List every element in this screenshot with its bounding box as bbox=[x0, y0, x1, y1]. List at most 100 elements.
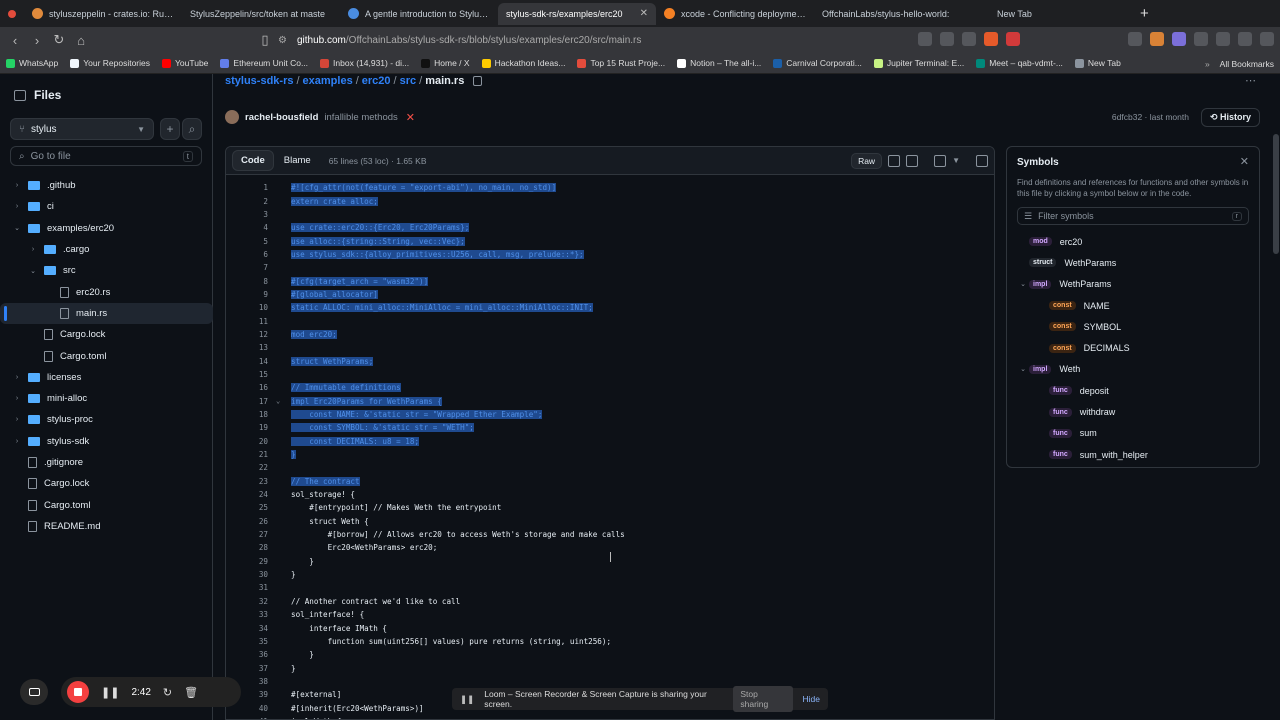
code-line[interactable]: 5 use alloc::{string::String, vec::Vec}; bbox=[226, 234, 994, 247]
line-number[interactable]: 4 bbox=[226, 223, 276, 232]
bookmark-item[interactable]: New Tab bbox=[1069, 58, 1127, 68]
line-number[interactable]: 13 bbox=[226, 343, 276, 352]
stop-sharing-button[interactable]: Stop sharing bbox=[733, 686, 793, 712]
breadcrumb-link[interactable]: examples bbox=[303, 75, 353, 87]
symbol-item[interactable]: const NAME bbox=[1007, 295, 1261, 316]
code-line[interactable]: 2 extern crate alloc; bbox=[226, 194, 994, 207]
line-number[interactable]: 33 bbox=[226, 610, 276, 619]
pause-icon[interactable]: ❚❚ bbox=[101, 686, 119, 699]
go-to-file-input[interactable]: ⌕ Go to file t bbox=[10, 146, 202, 166]
code-line[interactable]: 21} bbox=[226, 448, 994, 461]
chevron-right-icon[interactable]: › bbox=[12, 182, 22, 189]
browser-tab[interactable]: New Tab bbox=[972, 3, 1130, 25]
code-line[interactable]: 26 struct Weth { bbox=[226, 515, 994, 528]
line-number[interactable]: 25 bbox=[226, 503, 276, 512]
delete-icon[interactable]: 🗑 bbox=[184, 686, 198, 699]
code-line[interactable]: 10 static ALLOC: mini_alloc::MiniAlloc = … bbox=[226, 301, 994, 314]
browser-tab[interactable]: A gentle introduction to Stylus | A bbox=[340, 3, 498, 25]
tree-folder[interactable]: › mini-alloc bbox=[0, 388, 213, 409]
tree-file[interactable]: erc20.rs bbox=[0, 281, 213, 302]
share-icon[interactable] bbox=[962, 32, 976, 46]
browser-tab[interactable]: xcode - Conflicting deployment ta bbox=[656, 3, 814, 25]
tree-folder[interactable]: › .github bbox=[0, 175, 213, 196]
page-scrollbar[interactable] bbox=[1272, 134, 1280, 694]
bookmark-item[interactable]: Your Repositories bbox=[64, 58, 156, 68]
commit-hash-time[interactable]: 6dfcb32 · last month bbox=[1112, 112, 1189, 122]
extension-purple-icon[interactable] bbox=[1172, 32, 1186, 46]
line-number[interactable]: 36 bbox=[226, 650, 276, 659]
line-number[interactable]: 20 bbox=[226, 437, 276, 446]
code-line[interactable]: 30} bbox=[226, 568, 994, 581]
code-line[interactable]: 17 ⌄ impl Erc20Params for WethParams { bbox=[226, 395, 994, 408]
line-number[interactable]: 19 bbox=[226, 423, 276, 432]
code-line[interactable]: 31 bbox=[226, 581, 994, 594]
line-number[interactable]: 14 bbox=[226, 357, 276, 366]
line-number[interactable]: 34 bbox=[226, 624, 276, 633]
line-number[interactable]: 37 bbox=[226, 664, 276, 673]
tree-file[interactable]: .gitignore bbox=[0, 452, 213, 473]
code-line[interactable]: 23 // The contract bbox=[226, 475, 994, 488]
avatar[interactable] bbox=[225, 110, 239, 124]
chevron-down-icon[interactable]: ⌄ bbox=[1017, 365, 1029, 373]
bookmark-item[interactable]: YouTube bbox=[156, 58, 214, 68]
branch-selector[interactable]: ⑂ stylus ▼ bbox=[10, 118, 154, 140]
tree-file[interactable]: Cargo.lock bbox=[0, 473, 213, 494]
code-line[interactable]: 18 const NAME: &'static str = "Wrapped E… bbox=[226, 408, 994, 421]
close-tab-icon[interactable]: ✕ bbox=[640, 8, 648, 19]
line-number[interactable]: 32 bbox=[226, 597, 276, 606]
code-line[interactable]: 6 use stylus_sdk::{alloy_primitives::U256… bbox=[226, 248, 994, 261]
symbols-panel-icon[interactable] bbox=[976, 154, 988, 167]
code-line[interactable]: 27 #[borrow] // Allows erc20 to access W… bbox=[226, 528, 994, 541]
browser-tab[interactable]: styluszeppelin - crates.io: Rust Pa bbox=[24, 3, 182, 25]
restart-icon[interactable]: ↻ bbox=[163, 686, 172, 699]
code-line[interactable]: 3 bbox=[226, 208, 994, 221]
site-info-icon[interactable]: ⚙ bbox=[278, 35, 287, 46]
chevron-right-icon[interactable]: › bbox=[12, 203, 22, 210]
code-line[interactable]: 34 interface IMath { bbox=[226, 621, 994, 634]
chevron-down-icon[interactable]: ▼ bbox=[952, 156, 960, 165]
code-line[interactable]: 12 mod erc20; bbox=[226, 328, 994, 341]
edit-icon[interactable] bbox=[934, 154, 947, 167]
bookmark-item[interactable]: Home / X bbox=[415, 58, 475, 68]
code-line[interactable]: 9 #[global_allocator] bbox=[226, 288, 994, 301]
code-line[interactable]: 38 bbox=[226, 675, 994, 688]
symbol-item[interactable]: func withdraw bbox=[1007, 401, 1261, 422]
code-line[interactable]: 20 const DECIMALS: u8 = 18; bbox=[226, 435, 994, 448]
tree-folder[interactable]: › .cargo bbox=[0, 239, 213, 260]
line-number[interactable]: 22 bbox=[226, 463, 276, 472]
code-line[interactable]: 24 sol_storage! { bbox=[226, 488, 994, 501]
check-failed-icon[interactable]: ✕ bbox=[406, 111, 415, 124]
line-number[interactable]: 3 bbox=[226, 210, 276, 219]
all-bookmarks[interactable]: All Bookmarks bbox=[1220, 59, 1274, 69]
new-tab-button[interactable]: + bbox=[1140, 5, 1149, 22]
line-number[interactable]: 5 bbox=[226, 237, 276, 246]
tree-folder[interactable]: ⌄ examples/erc20 bbox=[0, 218, 213, 239]
chevron-down-icon[interactable]: ⌄ bbox=[1017, 280, 1029, 288]
window-close-control[interactable] bbox=[0, 0, 24, 27]
tree-file[interactable]: README.md bbox=[0, 516, 213, 537]
bookmark-item[interactable]: Notion – The all-i... bbox=[671, 58, 767, 68]
bookmark-item[interactable]: Ethereum Unit Co... bbox=[214, 58, 314, 68]
code-line[interactable]: 33 sol_interface! { bbox=[226, 608, 994, 621]
code-line[interactable]: 15 bbox=[226, 368, 994, 381]
code-line[interactable]: 16 // Immutable definitions bbox=[226, 381, 994, 394]
code-line[interactable]: 1 #![cfg_attr(not(feature = "export-abi")… bbox=[226, 181, 994, 194]
commit-author[interactable]: rachel-bousfield bbox=[245, 112, 318, 123]
more-options-icon[interactable]: ⋯ bbox=[1245, 74, 1256, 87]
code-line[interactable]: 14 struct WethParams; bbox=[226, 354, 994, 367]
code-line[interactable]: 36 } bbox=[226, 648, 994, 661]
copy-path-icon[interactable] bbox=[473, 76, 483, 86]
reader-icon[interactable] bbox=[940, 32, 954, 46]
brave-rewards-icon[interactable] bbox=[1006, 32, 1020, 46]
reload-icon[interactable]: ↻ bbox=[48, 32, 70, 48]
chevron-right-icon[interactable]: › bbox=[12, 374, 22, 381]
tree-folder[interactable]: › stylus-proc bbox=[0, 409, 213, 430]
code-line[interactable]: 41⌄impl Weth { bbox=[226, 715, 994, 719]
bookmark-item[interactable]: Meet – qab-vdmt-... bbox=[970, 58, 1069, 68]
download-icon[interactable] bbox=[906, 154, 919, 167]
symbol-item[interactable]: ⌄ impl Weth bbox=[1007, 359, 1261, 380]
code-line[interactable]: 19 const SYMBOL: &'static str = "WETH"; bbox=[226, 421, 994, 434]
line-number[interactable]: 35 bbox=[226, 637, 276, 646]
tree-folder[interactable]: ⌄ src bbox=[0, 260, 213, 281]
wallet-icon[interactable] bbox=[1238, 32, 1252, 46]
